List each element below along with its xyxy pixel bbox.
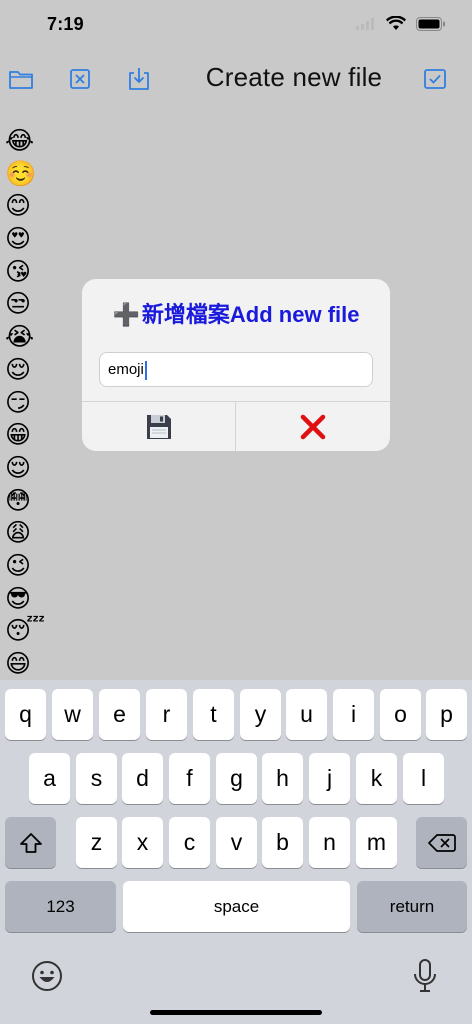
red-cross-icon xyxy=(300,414,326,440)
shift-arrow-icon xyxy=(19,832,42,853)
dialog-actions xyxy=(82,401,390,451)
key-h[interactable]: h xyxy=(262,753,303,804)
list-item[interactable]: 😂 xyxy=(5,125,37,158)
backspace-icon xyxy=(427,833,456,852)
key-q[interactable]: q xyxy=(5,689,46,740)
list-item[interactable]: 😊 xyxy=(5,190,37,223)
text-caret xyxy=(144,360,147,380)
list-item[interactable]: 😴 xyxy=(5,615,45,648)
checkbox-icon[interactable] xyxy=(422,66,448,92)
keyboard: q w e r t y u i o p a s d f g h j k l z … xyxy=(0,680,472,1024)
key-b[interactable]: b xyxy=(262,817,303,868)
key-n[interactable]: n xyxy=(309,817,350,868)
key-y[interactable]: y xyxy=(240,689,281,740)
key-l[interactable]: l xyxy=(403,753,444,804)
list-item[interactable]: 😭 xyxy=(5,321,37,354)
list-item[interactable]: 😌 xyxy=(5,354,37,387)
key-u[interactable]: u xyxy=(286,689,327,740)
key-g[interactable]: g xyxy=(216,753,257,804)
list-item[interactable]: 😳 xyxy=(5,485,37,518)
plus-icon: ➕ xyxy=(112,302,140,327)
key-p[interactable]: p xyxy=(426,689,467,740)
key-e[interactable]: e xyxy=(99,689,140,740)
emoji-icon[interactable] xyxy=(31,960,63,992)
list-item[interactable]: 😩 xyxy=(5,517,37,550)
cancel-button[interactable] xyxy=(236,402,390,451)
key-s[interactable]: s xyxy=(76,753,117,804)
page-title: Create new file xyxy=(205,62,383,92)
folder-icon[interactable] xyxy=(8,66,34,92)
list-item[interactable]: 😘 xyxy=(5,256,37,289)
dialog-title: ➕新增檔案Add new file xyxy=(82,297,390,329)
emoji-list: 😂 ☺️ 😊 😍 😘 😒 😭 😌 😏 😁 😌 😳 😩 😉 😎 😴 😄 xyxy=(5,125,45,681)
status-time: 7:19 xyxy=(47,14,84,34)
key-j[interactable]: j xyxy=(309,753,350,804)
key-a[interactable]: a xyxy=(29,753,70,804)
list-item[interactable]: 😌 xyxy=(5,452,37,485)
list-item[interactable]: 😍 xyxy=(5,223,37,256)
home-indicator xyxy=(150,1010,322,1015)
backspace-key[interactable] xyxy=(416,817,467,868)
list-item[interactable]: ☺️ xyxy=(5,158,37,191)
list-item[interactable]: 😎 xyxy=(5,583,37,616)
wifi-icon xyxy=(386,16,406,30)
key-x[interactable]: x xyxy=(122,817,163,868)
filename-input-value: emoji xyxy=(108,361,144,378)
list-item[interactable]: 😏 xyxy=(5,387,37,420)
close-box-icon[interactable] xyxy=(67,66,93,92)
new-file-dialog: ➕新增檔案Add new file emoji xyxy=(82,279,390,451)
space-key[interactable]: space xyxy=(123,881,350,932)
save-button[interactable] xyxy=(82,402,236,451)
return-key[interactable]: return xyxy=(357,881,467,932)
dialog-title-text: 新增檔案Add new file xyxy=(141,302,360,327)
key-o[interactable]: o xyxy=(380,689,421,740)
key-z[interactable]: z xyxy=(76,817,117,868)
key-t[interactable]: t xyxy=(193,689,234,740)
key-w[interactable]: w xyxy=(52,689,93,740)
key-r[interactable]: r xyxy=(146,689,187,740)
signal-icon xyxy=(356,17,374,30)
shift-key[interactable] xyxy=(5,817,56,868)
key-m[interactable]: m xyxy=(356,817,397,868)
numbers-key[interactable]: 123 xyxy=(5,881,116,932)
list-item[interactable]: 😁 xyxy=(5,419,37,452)
key-i[interactable]: i xyxy=(333,689,374,740)
key-d[interactable]: d xyxy=(122,753,163,804)
list-item[interactable]: 😒 xyxy=(5,288,37,321)
floppy-disk-icon xyxy=(146,415,171,439)
key-f[interactable]: f xyxy=(169,753,210,804)
key-c[interactable]: c xyxy=(169,817,210,868)
list-item[interactable]: 😄 xyxy=(5,648,37,681)
key-v[interactable]: v xyxy=(216,817,257,868)
filename-input[interactable]: emoji xyxy=(99,352,373,387)
microphone-icon[interactable] xyxy=(412,958,438,994)
key-k[interactable]: k xyxy=(356,753,397,804)
status-bar: 7:19 xyxy=(0,0,472,52)
battery-icon xyxy=(416,16,445,31)
download-tray-icon[interactable] xyxy=(126,66,152,92)
list-item[interactable]: 😉 xyxy=(5,550,37,583)
